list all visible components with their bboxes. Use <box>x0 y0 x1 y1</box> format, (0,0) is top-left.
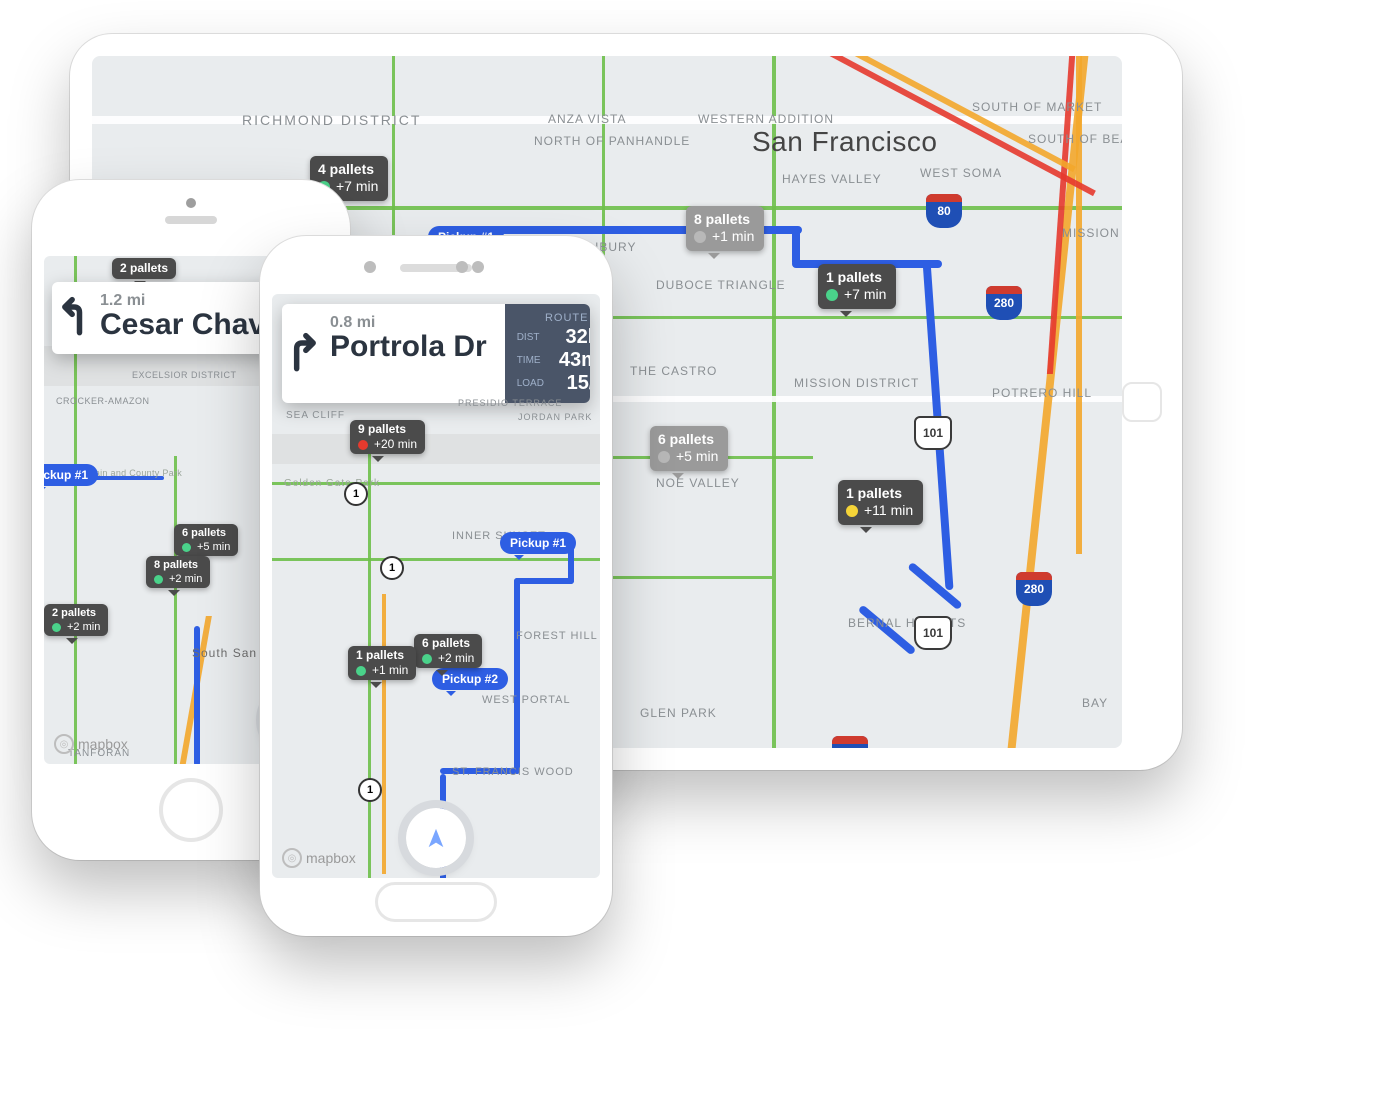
district-label: THE CASTRO <box>630 364 717 378</box>
iphone-home-button[interactable] <box>159 778 223 842</box>
interstate-shield-icon: 280 <box>986 286 1022 320</box>
android-home-button[interactable] <box>375 882 497 922</box>
status-dot-icon <box>182 543 191 552</box>
mapbox-logo-icon: ◎ <box>54 734 74 754</box>
map-attribution: ◎mapbox <box>282 848 356 868</box>
pallet-tooltip[interactable]: 8 pallets +2 min <box>146 556 210 588</box>
pickup-marker[interactable]: Pickup #1 <box>44 464 98 486</box>
camera-icon <box>364 261 376 273</box>
status-dot-icon <box>154 575 163 584</box>
district-label: WEST PORTAL <box>482 694 571 706</box>
status-dot-icon <box>694 231 706 243</box>
pallet-tooltip[interactable]: 2 pallets +2 min <box>44 604 108 636</box>
city-label: San Francisco <box>752 126 937 158</box>
pallet-tooltip[interactable]: 6 pallets +5 min <box>650 426 728 471</box>
tablet-home-button[interactable] <box>1122 382 1162 422</box>
camera-icon <box>186 198 196 208</box>
district-label: SEA CLIFF <box>286 410 345 421</box>
pallet-tooltip[interactable]: 1 pallets +7 min <box>818 264 896 309</box>
interstate-shield-icon: 280 <box>1016 572 1052 606</box>
android-map[interactable]: 0.8 mi Portrola Dr ROUTE DIST32km TIME43… <box>272 294 600 878</box>
sensor-icon <box>472 261 484 273</box>
pallet-tooltip[interactable]: 8 pallets +1 min <box>686 206 764 251</box>
status-dot-icon <box>826 289 838 301</box>
interstate-shield-icon: 280 <box>832 736 868 748</box>
district-label: CROCKER-AMAZON <box>56 396 150 406</box>
pallet-tooltip[interactable]: 2 pallets <box>112 258 176 279</box>
district-label: GLEN PARK <box>640 706 717 720</box>
pallet-tooltip[interactable]: 1 pallets +1 min <box>348 646 416 680</box>
district-label: BAY <box>1082 696 1108 710</box>
pickup-marker[interactable]: Pickup #1 <box>500 532 576 554</box>
mapbox-logo-icon: ◎ <box>282 848 302 868</box>
district-label: MISSION DISTRICT <box>794 376 919 390</box>
speaker-icon <box>165 216 217 224</box>
pallet-tooltip[interactable]: 6 pallets +5 min <box>174 524 238 556</box>
status-dot-icon <box>358 440 368 450</box>
district-label: NORTH OF PANHANDLE <box>534 134 690 148</box>
district-label: MISSION <box>1062 226 1120 240</box>
pallet-tooltip[interactable]: 1 pallets +11 min <box>838 480 923 525</box>
route-summary-panel: ROUTE DIST32km TIME43min LOAD15/26 <box>505 304 590 403</box>
status-dot-icon <box>846 505 858 517</box>
status-dot-icon <box>422 654 432 664</box>
direction-street: Portrola Dr <box>330 330 487 364</box>
stage: San Francisco RICHMOND DISTRICT ANZA VIS… <box>0 0 1400 1120</box>
interstate-shield-icon: 80 <box>926 194 962 228</box>
nav-arrow-icon <box>425 827 447 849</box>
district-label: FOREST HILL <box>516 630 598 642</box>
district-label: DUBOCE TRIANGLE <box>656 278 785 292</box>
us-highway-shield-icon: 101 <box>914 616 952 650</box>
map-attribution: ◎mapbox <box>54 734 128 754</box>
us-highway-shield-icon: 101 <box>914 416 952 450</box>
recenter-button[interactable] <box>406 808 466 868</box>
status-dot-icon <box>658 451 670 463</box>
district-label: WEST SOMA <box>920 166 1002 180</box>
status-dot-icon <box>52 623 61 632</box>
status-dot-icon <box>356 666 366 676</box>
district-label: HAYES VALLEY <box>782 172 882 186</box>
sensor-icon <box>456 261 468 273</box>
route-number-badge: 1 <box>380 556 404 580</box>
pallet-tooltip[interactable]: 6 pallets +2 min <box>414 634 482 668</box>
route-number-badge: 1 <box>358 778 382 802</box>
route-number-badge: 1 <box>344 482 368 506</box>
district-label: JORDAN PARK <box>518 412 592 422</box>
turn-left-arrow-icon <box>52 296 96 340</box>
district-label: NOE VALLEY <box>656 476 740 490</box>
direction-card[interactable]: 0.8 mi Portrola Dr ROUTE DIST32km TIME43… <box>282 304 590 403</box>
turn-right-arrow-icon <box>282 332 326 376</box>
android-device: 0.8 mi Portrola Dr ROUTE DIST32km TIME43… <box>260 236 612 936</box>
pallet-tooltip[interactable]: 9 pallets +20 min <box>350 420 425 454</box>
